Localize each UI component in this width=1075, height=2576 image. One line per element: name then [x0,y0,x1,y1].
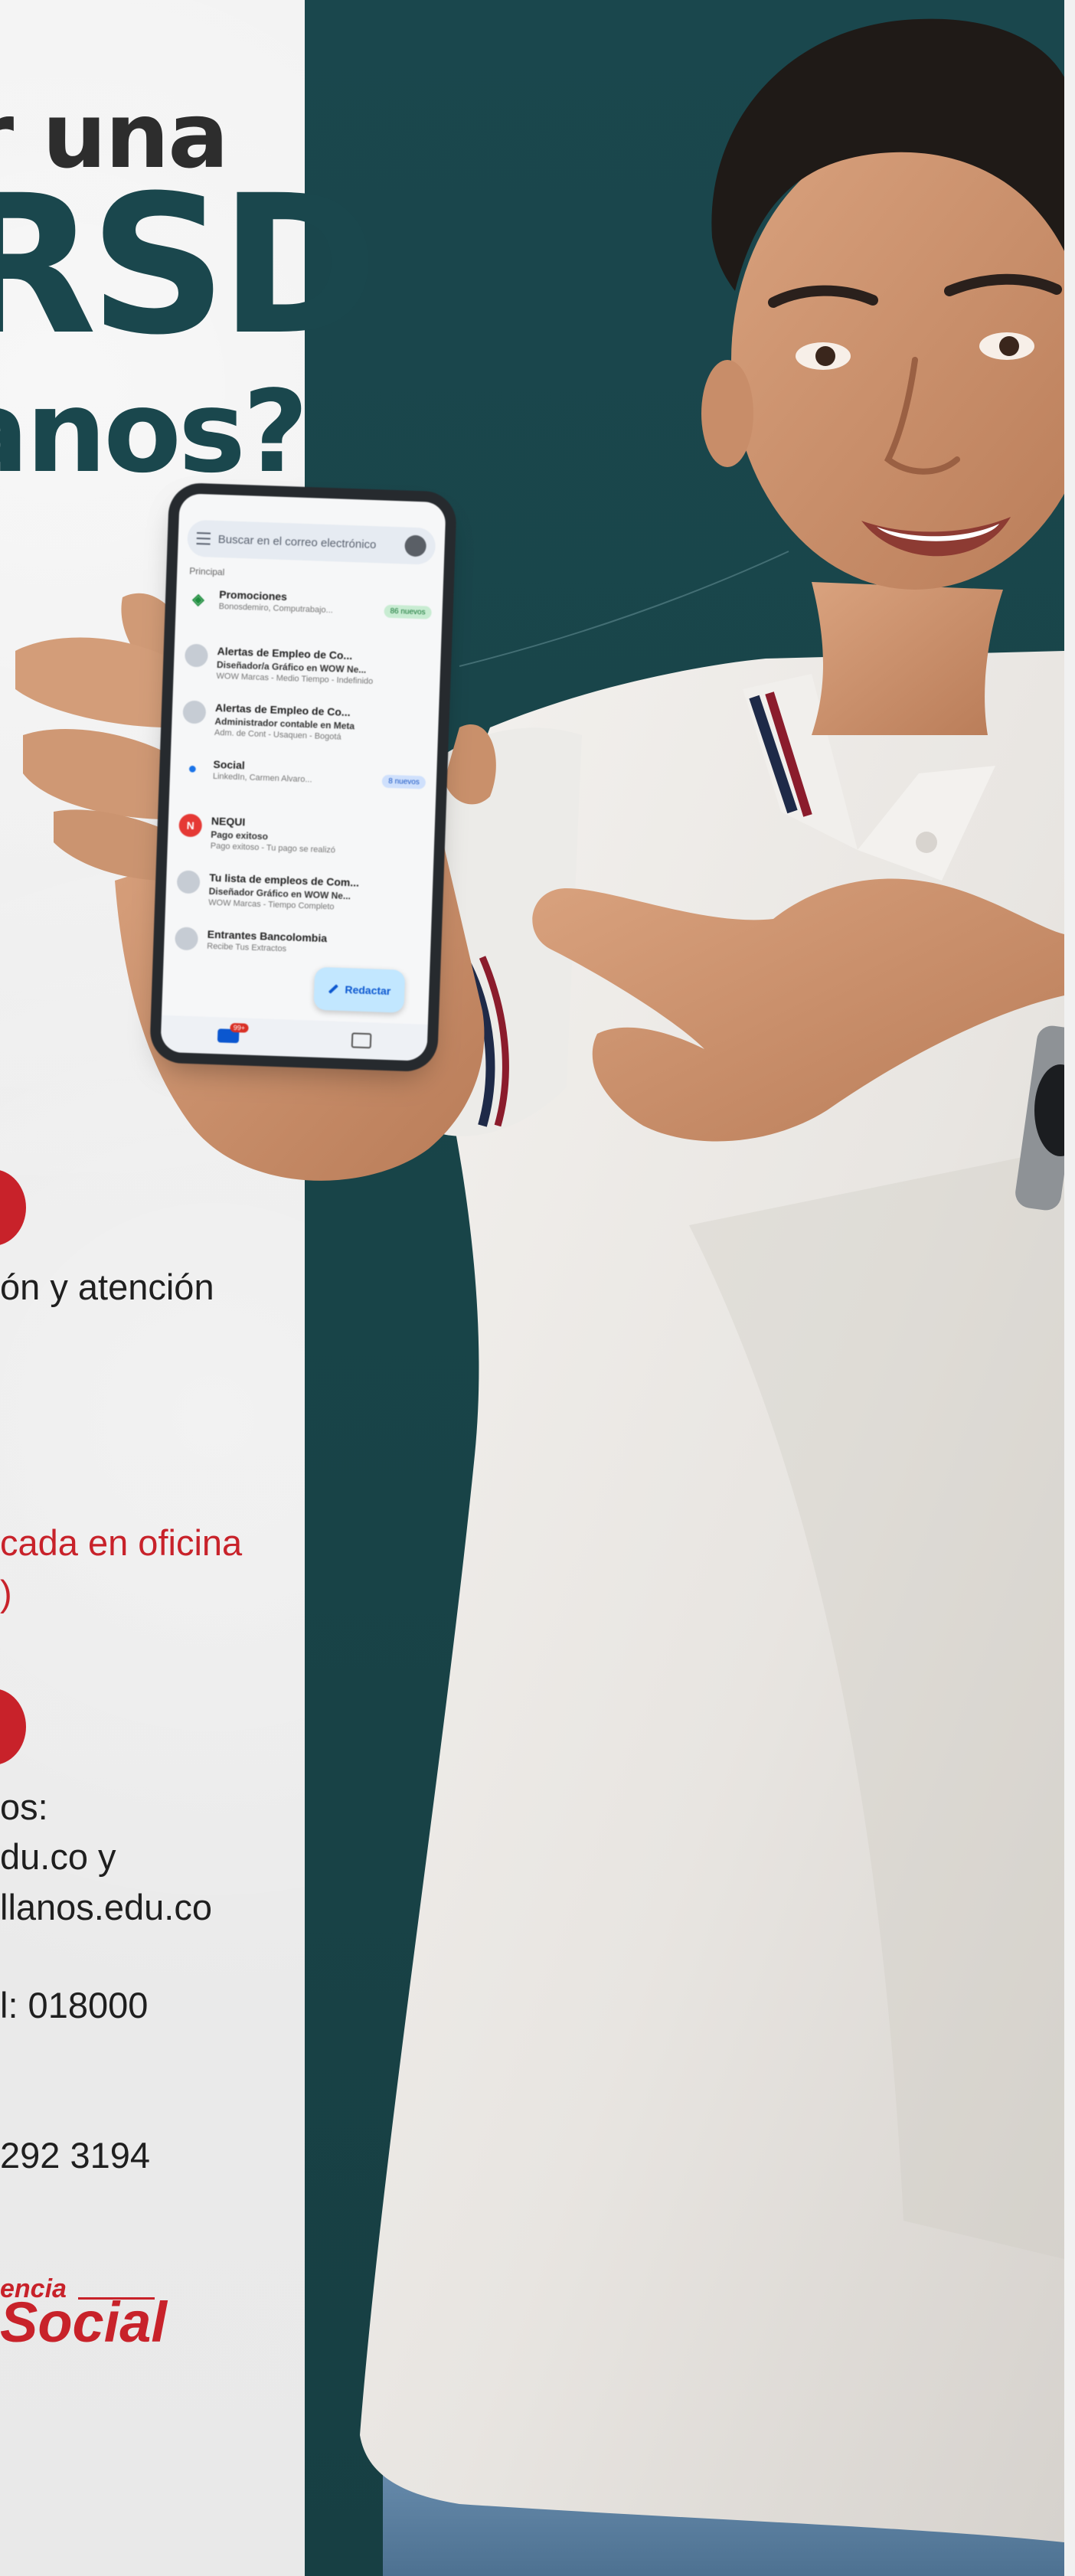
poster-canvas: r una RSD anos? ón y atención cada en of… [0,0,1075,2576]
social-icon: ● [187,760,198,777]
mail-item[interactable]: Alertas de Empleo de Co... Diseñador/a G… [173,636,441,691]
mail-icon[interactable]: 99+ [217,1022,249,1044]
email-search-placeholder: Buscar en el correo electrónico [217,532,377,551]
mail-item[interactable]: ◈ Promociones Bonosdemiro, Computrabajo.… [175,579,443,634]
compose-label: Redactar [345,983,391,998]
profile-avatar[interactable] [404,534,427,557]
mail-item[interactable]: ● Social LinkedIn, Carmen Alvaro... 8 nu… [169,749,437,804]
phone-screen: Buscar en el correo electrónico Principa… [160,493,446,1061]
email-search-bar[interactable]: Buscar en el correo electrónico [186,519,436,565]
compose-button[interactable]: Redactar [313,966,406,1013]
mail-badge: 86 nuevos [384,604,432,619]
menu-icon[interactable] [196,531,211,545]
person-icon [176,870,201,894]
right-edge-strip [1064,0,1075,2576]
nequi-icon: N [178,813,203,838]
video-icon[interactable] [351,1032,371,1049]
person-icon [184,643,208,668]
mail-badge: 8 nuevos [381,774,426,789]
mail-item[interactable]: Entrantes Bancolombia Recibe Tus Extract… [163,919,431,974]
mail-item[interactable]: Alertas de Empleo de Co... Administrador… [172,692,439,747]
promo-icon: ◈ [191,590,205,608]
person-icon [182,700,207,724]
person-photo [15,18,1075,2576]
mail-item[interactable]: Tu lista de empleos de Com... Diseñador … [165,862,433,917]
person-icon [175,927,199,951]
pencil-icon [328,984,338,994]
unread-badge: 99+ [230,1022,249,1033]
mail-item[interactable]: N NEQUI Pago exitoso Pago exitoso - Tu p… [168,806,436,861]
